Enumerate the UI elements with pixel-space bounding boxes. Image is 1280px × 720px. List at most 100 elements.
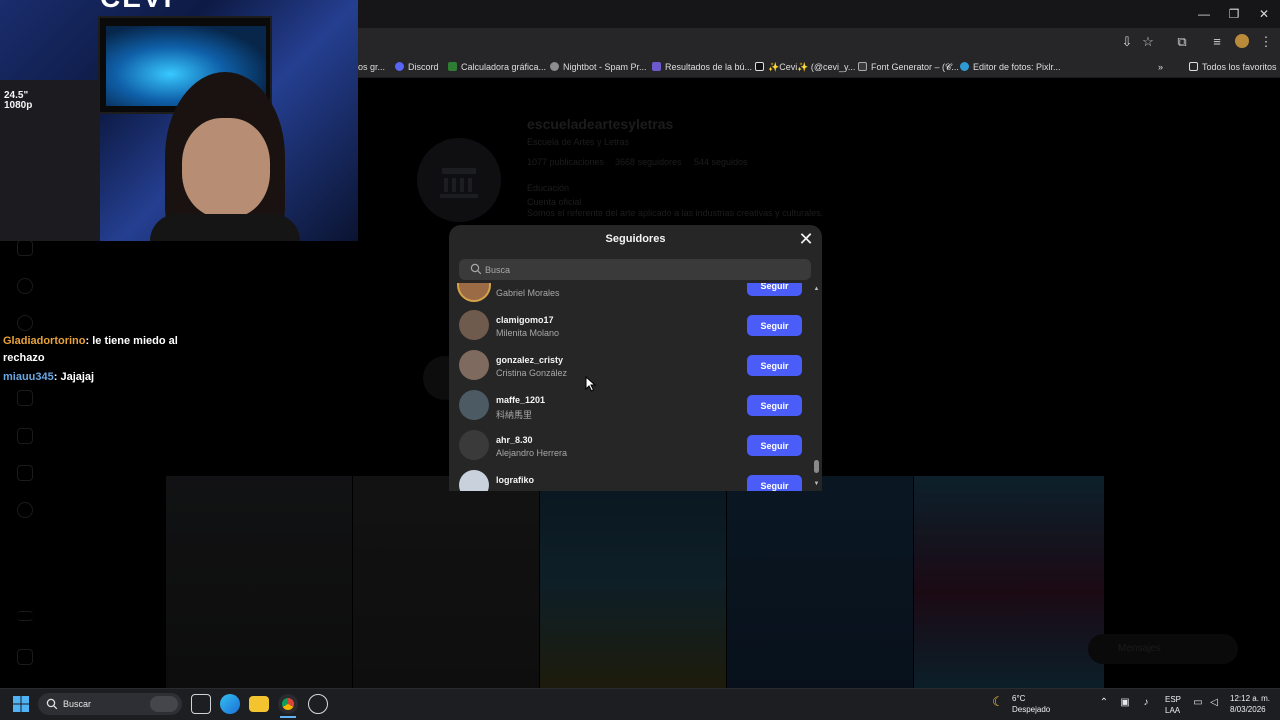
extensions-icon[interactable]: ⧉	[1174, 34, 1190, 50]
follower-fullname: Gabriel Morales	[496, 288, 560, 298]
bookmark-item[interactable]: Font Generator – (𝓒...	[858, 61, 959, 73]
scroll-up-icon[interactable]: ▲	[813, 286, 820, 292]
webcam-person-face	[182, 118, 270, 218]
nightbot-icon	[550, 62, 559, 71]
follow-button[interactable]: Seguir	[747, 435, 802, 456]
list-item[interactable]: clamigomo17 Milenita Molano Seguir	[449, 305, 811, 345]
clock-date[interactable]: 8/03/2026	[1230, 705, 1266, 714]
follow-button[interactable]: Seguir	[747, 315, 802, 336]
bookmark-item[interactable]: Editor de fotos: Pixlr...	[960, 61, 1061, 73]
tiktok-icon	[755, 62, 764, 71]
avatar[interactable]	[459, 430, 489, 460]
chat-text: : Jajajaj	[53, 371, 95, 383]
search-highlight-icon	[150, 696, 178, 712]
install-app-icon[interactable]: ⇩	[1119, 34, 1135, 50]
avatar[interactable]	[459, 350, 489, 380]
taskbar-search[interactable]: Buscar	[38, 693, 182, 715]
menu-icon[interactable]: ⋮	[1258, 34, 1274, 50]
discord-icon	[395, 62, 404, 71]
avatar[interactable]	[459, 390, 489, 420]
follow-button[interactable]: Seguir	[747, 355, 802, 376]
close-window-button[interactable]: ✕	[1248, 4, 1280, 24]
bookmark-item[interactable]: Discord	[395, 61, 439, 73]
chat-username: Gladiadortorino	[3, 335, 86, 347]
list-item[interactable]: gonzalez_cristy Cristina González Seguir	[449, 345, 811, 385]
follower-username[interactable]: lografiko	[496, 475, 534, 485]
follower-fullname: Alejandro Herrera	[496, 448, 568, 458]
clock-time[interactable]: 12:12 a. m.	[1230, 694, 1270, 703]
follower-username[interactable]: gonzalez_cristy	[496, 355, 563, 365]
list-item[interactable]: maffe_1201 科納馬里 Seguir	[449, 385, 811, 425]
weather-desc[interactable]: Despejado	[1012, 705, 1050, 714]
all-favorites-folder[interactable]: Todos los favoritos	[1189, 61, 1277, 73]
follower-fullname: Milenita Molano	[496, 328, 560, 338]
follower-fullname: 科納馬里	[496, 410, 533, 420]
avatar[interactable]	[459, 470, 489, 491]
microphone-icon[interactable]: ♪	[1140, 697, 1152, 709]
language-indicator[interactable]: ESP	[1165, 695, 1181, 704]
bookmark-star-icon[interactable]: ☆	[1140, 34, 1156, 50]
scroll-down-icon[interactable]: ▼	[813, 481, 820, 487]
chat-username: miauu345	[3, 371, 54, 383]
bookmark-item[interactable]: Resultados de la bú...	[652, 61, 752, 73]
follow-button[interactable]: Seguir	[747, 395, 802, 416]
chevron-up-icon[interactable]: ⌃	[1098, 697, 1110, 709]
maximize-button[interactable]: ❐	[1218, 4, 1250, 24]
scrollbar[interactable]: ▲ ▼	[811, 283, 822, 491]
profile-avatar-icon[interactable]	[1234, 34, 1250, 50]
avatar[interactable]	[459, 310, 489, 340]
network-icon[interactable]: ▭	[1192, 697, 1204, 709]
windows-start-icon[interactable]	[13, 696, 29, 712]
media-control-icon[interactable]: ≡	[1209, 34, 1225, 50]
bookmarks-overflow-icon[interactable]: »	[1158, 61, 1163, 73]
chat-message: miauu345: Jajajaj	[3, 369, 193, 386]
minimize-button[interactable]: —	[1188, 4, 1220, 24]
follower-fullname: Cristina González	[496, 368, 568, 378]
follow-button[interactable]: Seguir	[747, 475, 802, 491]
task-view-icon[interactable]	[191, 694, 211, 714]
follow-button[interactable]: Seguir	[747, 283, 802, 296]
chat-message: Gladiadortorino: le tiene miedo al recha…	[3, 333, 193, 367]
followers-modal: Seguidores ✕ Gabriel Morales Seguir clam…	[449, 225, 822, 491]
chrome-icon[interactable]	[278, 694, 298, 714]
edge-icon[interactable]	[220, 694, 240, 714]
moon-weather-icon[interactable]: ☾	[992, 695, 1004, 708]
bookmark-item[interactable]: ✨Cevi✨ (@cevi_y...	[755, 61, 855, 73]
modal-title: Seguidores	[605, 233, 666, 245]
bookmark-item[interactable]: os gr...	[358, 61, 385, 73]
language-indicator-layout[interactable]: LAA	[1165, 706, 1180, 715]
followers-list: Gabriel Morales Seguir clamigomo17 Milen…	[449, 283, 822, 491]
file-explorer-icon[interactable]	[249, 696, 269, 712]
search-icon	[470, 263, 482, 275]
search-results-icon	[652, 62, 661, 71]
volume-icon[interactable]: ◁	[1208, 697, 1220, 709]
webcam-person-shirt	[150, 214, 300, 241]
list-item[interactable]: lografiko Seguir	[449, 465, 811, 491]
active-app-indicator	[280, 716, 296, 718]
bookmark-item[interactable]: Calculadora gráfica...	[448, 61, 546, 73]
screen: — ❐ ✕ ⇩ ☆ ⧉ ≡ ⋮ os gr... Discord Calcula…	[0, 0, 1280, 720]
tray-app-icon[interactable]: ▣	[1119, 697, 1131, 709]
close-icon[interactable]: ✕	[797, 230, 815, 248]
search-icon	[46, 698, 58, 710]
taskbar-search-label: Buscar	[63, 699, 92, 709]
webcam-neon-sign: CEVI	[100, 0, 173, 14]
scrollbar-thumb[interactable]	[814, 460, 819, 473]
bookmark-item[interactable]: Nightbot - Spam Pr...	[550, 61, 647, 73]
list-item[interactable]: ahr_8.30 Alejandro Herrera Seguir	[449, 425, 811, 465]
follower-username[interactable]: clamigomo17	[496, 315, 554, 325]
obs-icon[interactable]	[308, 694, 328, 714]
font-icon	[858, 62, 867, 71]
avatar[interactable]	[459, 283, 489, 300]
monitor-spec-label: 24.5" 1080p	[4, 90, 33, 111]
follower-username[interactable]: ahr_8.30	[496, 435, 533, 445]
follower-username[interactable]: maffe_1201	[496, 395, 545, 405]
mouse-cursor-icon	[585, 376, 597, 392]
search-input[interactable]	[485, 259, 805, 280]
list-item[interactable]: Gabriel Morales Seguir	[449, 283, 811, 305]
folder-icon	[1189, 62, 1198, 71]
weather-temp[interactable]: 6°C	[1012, 694, 1025, 703]
webcam-overlay: CEVI 24.5"1080p	[0, 0, 358, 241]
pixlr-icon	[960, 62, 969, 71]
search-box	[459, 259, 811, 280]
